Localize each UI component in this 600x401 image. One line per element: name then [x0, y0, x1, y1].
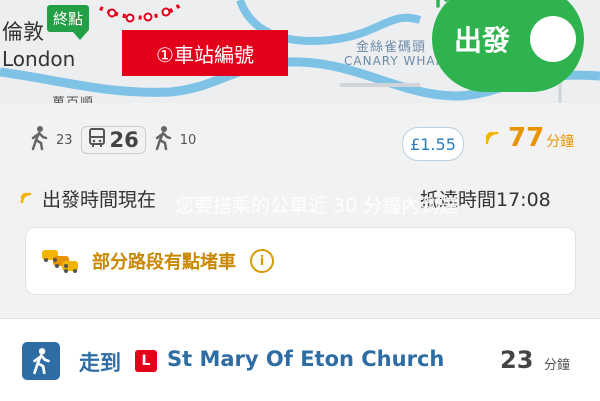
step-duration-unit: 分鐘 — [544, 358, 571, 373]
bus-arrival-overlay: 您要搭乘的公車近 30 分鐘內到達 — [175, 195, 459, 217]
walk-to-label: 走到 — [79, 351, 121, 375]
end-marker[interactable]: 終點 — [47, 5, 90, 40]
realtime-signal-icon — [484, 128, 502, 150]
partial-map-label: 萬百順 — [52, 92, 94, 103]
walk-before-minutes: 23 — [56, 132, 73, 148]
walk-icon — [22, 342, 60, 380]
info-icon[interactable]: i — [250, 249, 274, 273]
duration-value: 77 — [508, 123, 545, 153]
turn-right-arrow-icon — [436, 0, 577, 62]
bus-leg: 26 — [80, 126, 146, 154]
traffic-jam-icon — [40, 244, 80, 278]
district-label-cn: 金絲雀碼頭 — [356, 40, 427, 55]
route-summary-panel: 23 26 10 £1.55 77 分鐘 出發時間現在 抵達時間17:08 您要… — [0, 103, 600, 317]
go-button[interactable]: 出發 — [432, 0, 584, 92]
go-button-label: 出發 — [454, 24, 511, 57]
duration-unit: 分鐘 — [546, 134, 575, 150]
step-duration: 23 — [500, 346, 534, 374]
departure-info: 出發時間現在 — [20, 185, 156, 212]
fare-badge: £1.55 — [402, 127, 464, 161]
walk-icon — [154, 125, 172, 155]
departure-label: 出發時間現在 — [42, 189, 157, 211]
route-legs: 23 26 10 — [30, 125, 196, 155]
walk-icon — [30, 125, 48, 155]
map-view[interactable]: 倫敦 London 終點 ①車站編號 金絲雀碼頭 CANARY WHARF 萬百… — [0, 0, 600, 103]
city-label-en: London — [2, 47, 76, 71]
city-label-cn: 倫敦 — [2, 20, 44, 44]
stop-name: St Mary Of Eton Church — [167, 347, 445, 371]
station-number-badge: ①車站編號 — [122, 30, 288, 76]
traffic-alert-card[interactable]: 部分路段有點堵車 i — [25, 227, 576, 295]
step-walk-row[interactable]: 走到 L St Mary Of Eton Church 23 分鐘 — [0, 318, 600, 401]
walk-after-minutes: 10 — [179, 132, 197, 148]
realtime-signal-icon — [20, 189, 34, 208]
bus-number: 26 — [109, 128, 139, 152]
bus-icon — [88, 128, 106, 152]
traffic-alert-text: 部分路段有點堵車 — [92, 252, 236, 273]
total-duration: 77 分鐘 — [484, 123, 574, 153]
bus-stop-letter-badge: L — [135, 350, 157, 372]
